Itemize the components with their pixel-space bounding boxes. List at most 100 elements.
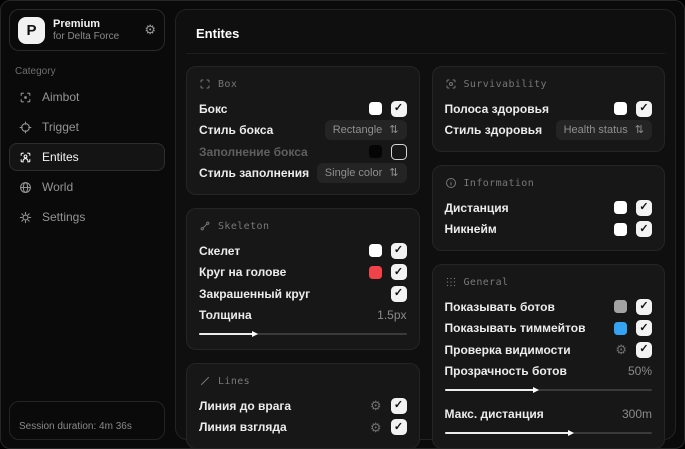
sidebar-item-label: Aimbot — [42, 90, 80, 104]
row-nickname: Никнейм ✓ — [445, 219, 652, 241]
sidebar: P Premium for Delta Force ⚙ Category Aim… — [1, 1, 173, 448]
box-icon — [200, 79, 210, 89]
checkbox[interactable]: ✓ — [636, 199, 652, 216]
color-swatch[interactable] — [614, 222, 627, 236]
check-icon: ✓ — [639, 222, 649, 235]
color-swatch[interactable] — [368, 244, 382, 258]
brand-title: Premium — [53, 17, 101, 30]
max-distance-value: 300m — [621, 406, 652, 421]
thickness-slider[interactable] — [199, 331, 407, 337]
panel-lines: Lines Линия до врага ⚙ ✓ Линия взгляда ⚙ — [186, 363, 420, 448]
panel-information: Information Дистанция ✓ Никнейм ✓ — [431, 165, 665, 251]
check-icon: ✓ — [639, 102, 649, 115]
sidebar-item-aimbot[interactable]: Aimbot — [9, 83, 165, 111]
checkbox[interactable]: ✓ — [390, 397, 407, 414]
world-icon — [20, 181, 31, 193]
app-window: P Premium for Delta Force ⚙ Category Aim… — [0, 0, 685, 449]
updown-icon: ⇅ — [634, 123, 644, 136]
row-skeleton: Скелет ✓ — [199, 240, 407, 262]
checkbox[interactable]: ✓ — [390, 285, 407, 302]
session-duration: Session duration: 4m 36s — [19, 421, 132, 432]
check-icon: ✓ — [639, 201, 649, 214]
information-icon — [445, 178, 456, 188]
line-settings-gear-icon[interactable]: ⚙ — [370, 421, 382, 434]
sidebar-item-world[interactable]: World — [9, 173, 165, 201]
panel-general-header: General — [445, 276, 653, 288]
fill-style-dropdown[interactable]: Single color ⇅ — [316, 163, 407, 184]
brand-text: Premium for Delta Force — [53, 18, 119, 43]
max-distance-slider[interactable] — [444, 429, 652, 436]
checkbox[interactable]: ✓ — [636, 221, 652, 238]
checkbox[interactable]: ✓ — [390, 419, 407, 436]
panel-survivability-header: Survivability — [445, 78, 653, 90]
slider-thumb[interactable] — [251, 331, 258, 337]
color-swatch[interactable] — [614, 102, 627, 116]
checkbox[interactable]: ✓ — [390, 143, 407, 160]
visibility-settings-gear-icon[interactable]: ⚙ — [615, 343, 627, 356]
check-icon: ✓ — [393, 265, 404, 278]
lines-icon — [201, 377, 209, 385]
brand-subtitle: for Delta Force — [53, 30, 120, 42]
checkbox[interactable]: ✓ — [636, 298, 652, 315]
check-icon: ✓ — [393, 399, 404, 412]
row-enemy-line: Линия до врага ⚙ ✓ — [199, 395, 407, 417]
check-icon: ✓ — [393, 420, 404, 433]
aimbot-icon — [20, 92, 31, 102]
bot-opacity-slider[interactable] — [444, 387, 652, 393]
thickness-value: 1.5px — [377, 308, 407, 323]
sidebar-item-entites[interactable]: Entites — [9, 143, 165, 171]
slider-thumb[interactable] — [568, 429, 574, 436]
row-health-bar: Полоса здоровья ✓ — [445, 98, 652, 120]
check-icon: ✓ — [393, 102, 404, 115]
main-panel: Entites Box Бокс ✓ Стиль бокса Rectangle… — [175, 9, 676, 448]
color-swatch[interactable] — [368, 265, 382, 279]
trigger-icon — [19, 121, 32, 133]
checkbox[interactable]: ✓ — [636, 341, 652, 358]
color-swatch[interactable] — [368, 102, 382, 116]
app-logo: P — [18, 16, 45, 44]
sidebar-item-label: Entites — [42, 150, 79, 164]
page-title: Entites — [186, 20, 665, 54]
sidebar-item-settings[interactable]: Settings — [9, 203, 165, 231]
survivability-icon — [446, 79, 455, 89]
session-card: Session duration: 4m 36s — [9, 401, 165, 440]
check-icon: ✓ — [393, 287, 404, 300]
color-swatch[interactable] — [614, 300, 627, 314]
checkbox[interactable]: ✓ — [390, 100, 407, 117]
sidebar-nav: Aimbot Trigget Entites World Settings — [9, 83, 165, 231]
skeleton-icon — [200, 221, 210, 231]
panel-skeleton: Skeleton Скелет ✓ Круг на голове ✓ Закра… — [186, 208, 420, 350]
sidebar-item-label: World — [42, 180, 74, 194]
panel-box: Box Бокс ✓ Стиль бокса Rectangle ⇅ Запол… — [186, 66, 420, 195]
checkbox[interactable]: ✓ — [636, 320, 652, 337]
check-icon: ✓ — [639, 321, 649, 334]
checkbox[interactable]: ✓ — [390, 264, 407, 281]
health-style-dropdown[interactable]: Health status ⇅ — [555, 120, 652, 141]
entities-icon — [20, 152, 31, 162]
row-show-teammates: Показывать тиммейтов ✓ — [445, 318, 652, 340]
check-icon: ✓ — [639, 343, 649, 356]
right-column: Survivability Полоса здоровья ✓ Стиль зд… — [431, 66, 665, 448]
left-column: Box Бокс ✓ Стиль бокса Rectangle ⇅ Запол… — [186, 66, 420, 448]
row-head-circle: Круг на голове ✓ — [199, 262, 407, 284]
slider-thumb[interactable] — [532, 387, 539, 393]
color-swatch[interactable] — [614, 201, 627, 215]
row-show-bots: Показывать ботов ✓ — [445, 296, 652, 318]
sidebar-item-trigget[interactable]: Trigget — [9, 113, 165, 141]
line-settings-gear-icon[interactable]: ⚙ — [370, 399, 382, 412]
row-health-style: Стиль здоровья Health status ⇅ — [445, 120, 652, 142]
box-style-dropdown[interactable]: Rectangle ⇅ — [324, 120, 407, 141]
color-swatch[interactable] — [614, 321, 627, 335]
sidebar-item-label: Trigget — [42, 120, 79, 134]
color-swatch[interactable] — [368, 145, 382, 159]
settings-icon — [19, 211, 32, 223]
panel-box-header: Box — [199, 78, 407, 90]
row-distance: Дистанция ✓ — [445, 197, 652, 219]
gear-icon[interactable]: ⚙ — [144, 22, 156, 38]
row-fill-style: Стиль заполнения Single color ⇅ — [199, 163, 407, 185]
row-box-style: Стиль бокса Rectangle ⇅ — [199, 120, 407, 142]
checkbox[interactable]: ✓ — [636, 100, 652, 117]
checkbox[interactable]: ✓ — [390, 242, 407, 259]
row-box: Бокс ✓ — [199, 98, 407, 120]
row-visibility-check: Проверка видимости ⚙ ✓ — [445, 339, 652, 361]
